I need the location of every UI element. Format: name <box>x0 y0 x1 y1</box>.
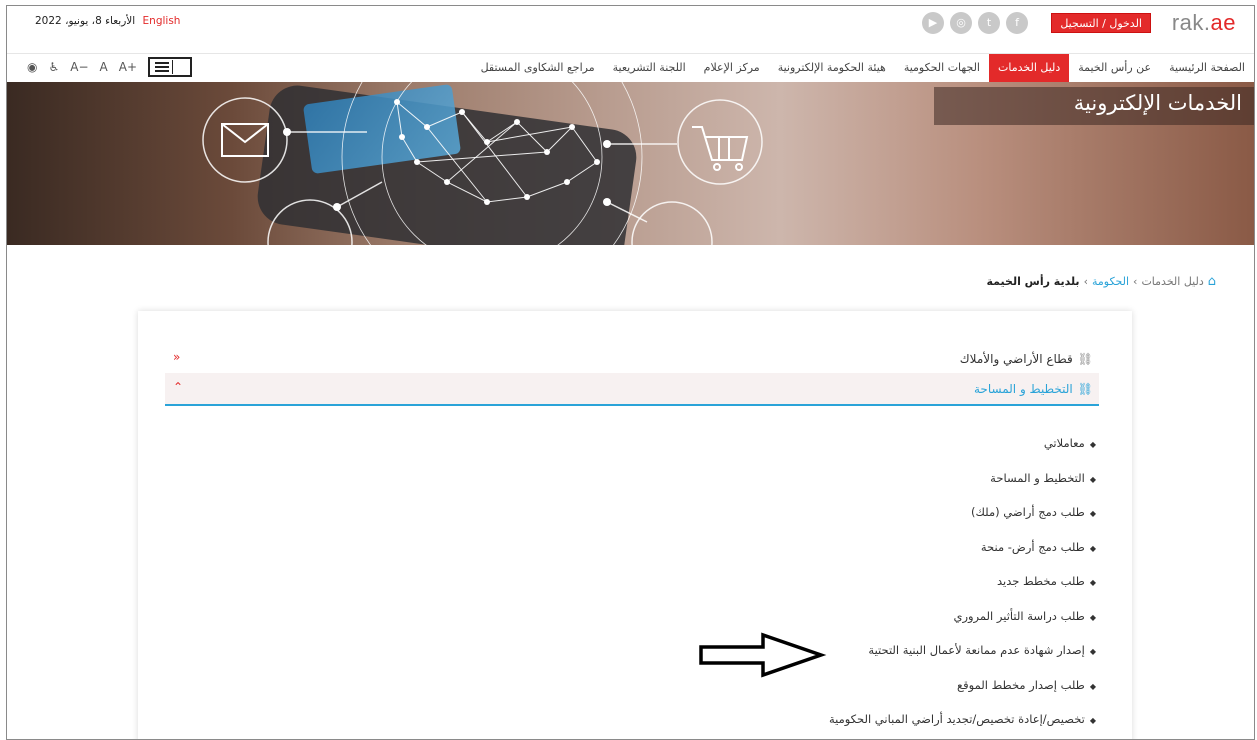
link-icon: ⛓ <box>1077 382 1093 396</box>
current-date: الأربعاء 8، يونيو، 2022 <box>35 15 136 27</box>
chevron-expanded-icon[interactable]: ⌃ <box>173 380 183 394</box>
nav-item-media-center[interactable]: مركز الإعلام <box>695 54 769 83</box>
list-item[interactable]: ◆طلب إصدار مخطط الموقع <box>829 678 1096 713</box>
list-item[interactable]: ◆طلب دمج أرض- منحة <box>829 540 1096 575</box>
accessibility-toolbar: ◉ ♿ A− A A+ <box>27 57 192 77</box>
instagram-icon[interactable]: ◎ <box>950 12 972 34</box>
list-item[interactable]: ◆تخصيص/إعادة تخصيص/تجديد أراضي المباني ا… <box>829 712 1096 739</box>
nav-item-about-rak[interactable]: عن رأس الخيمة <box>1069 54 1160 83</box>
font-decrease-button[interactable]: A− <box>70 60 88 74</box>
main-navigation: ◉ ♿ A− A A+ الصفحة الرئيسية عن رأس الخيم… <box>7 53 1254 83</box>
english-language-link[interactable]: English <box>143 15 181 27</box>
chevron-collapsed-icon[interactable]: « <box>173 350 180 364</box>
top-bar: rak.ae الدخول / التسجيل f t ◎ ▶ الأربعاء… <box>7 6 1254 39</box>
services-panel: ⛓قطاع الأراضي والأملاك « ⛓التخطيط و المس… <box>138 311 1132 739</box>
menu-toggle-icon[interactable] <box>148 57 192 77</box>
list-item[interactable]: ◆إصدار شهادة عدم ممانعة لأعمال البنية ال… <box>829 643 1096 678</box>
list-item[interactable]: ◆طلب مخطط جديد <box>829 574 1096 609</box>
list-item[interactable]: ◆التخطيط و المساحة <box>829 471 1096 506</box>
service-list: ◆معاملاتي ◆التخطيط و المساحة ◆طلب دمج أر… <box>829 436 1096 739</box>
accordion-label: ⛓قطاع الأراضي والأملاك <box>959 352 1093 366</box>
twitter-icon[interactable]: t <box>978 12 1000 34</box>
list-item[interactable]: ◆معاملاتي <box>829 436 1096 471</box>
breadcrumb-services-guide[interactable]: دليل الخدمات <box>1141 275 1203 288</box>
browser-frame: rak.ae الدخول / التسجيل f t ◎ ▶ الأربعاء… <box>6 5 1255 740</box>
list-item[interactable]: ◆طلب دراسة التأثير المروري <box>829 609 1096 644</box>
contrast-eye-icon[interactable]: ◉ <box>27 60 37 74</box>
login-register-button[interactable]: الدخول / التسجيل <box>1051 13 1151 33</box>
accordion-planning-survey[interactable]: ⛓التخطيط و المساحة ⌃ <box>165 373 1099 406</box>
accessibility-person-icon[interactable]: ♿ <box>48 60 59 74</box>
font-increase-button[interactable]: A+ <box>119 60 137 74</box>
home-icon[interactable]: ⌂ <box>1208 274 1216 289</box>
page-title: الخدمات الإلكترونية <box>1073 91 1242 115</box>
nav-item-egov-authority[interactable]: هيئة الحكومة الإلكترونية <box>769 54 895 83</box>
list-item[interactable]: ◆طلب دمج أراضي (ملك) <box>829 505 1096 540</box>
breadcrumb-current: بلدية رأس الخيمة <box>986 275 1080 288</box>
accordion-land-properties[interactable]: ⛓قطاع الأراضي والأملاك « <box>165 343 1099 376</box>
nav-item-government-entities[interactable]: الجهات الحكومية <box>895 54 989 83</box>
nav-item-services-guide[interactable]: دليل الخدمات <box>989 54 1070 83</box>
nav-item-complaints-reviewer[interactable]: مراجع الشكاوى المستقل <box>472 54 604 83</box>
rak-logo[interactable]: rak.ae <box>1172 10 1236 36</box>
link-icon: ⛓ <box>1077 352 1093 366</box>
nav-item-legislative-committee[interactable]: اللجنة التشريعية <box>604 54 695 83</box>
social-icons: f t ◎ ▶ <box>922 12 1028 34</box>
breadcrumb-government[interactable]: الحكومة <box>1092 275 1129 288</box>
hero-banner: الخدمات الإلكترونية <box>7 82 1254 245</box>
nav-item-home[interactable]: الصفحة الرئيسية <box>1160 54 1254 83</box>
nav-items: الصفحة الرئيسية عن رأس الخيمة دليل الخدم… <box>472 54 1254 83</box>
facebook-icon[interactable]: f <box>1006 12 1028 34</box>
breadcrumb-separator: › <box>1083 275 1088 288</box>
date-and-language: الأربعاء 8، يونيو، 2022 English <box>35 15 180 27</box>
font-reset-button[interactable]: A <box>100 60 108 74</box>
breadcrumb: ⌂ دليل الخدمات › الحكومة › بلدية رأس الخ… <box>986 274 1216 289</box>
accordion-label: ⛓التخطيط و المساحة <box>973 382 1093 396</box>
arrow-annotation-icon <box>699 632 827 678</box>
youtube-icon[interactable]: ▶ <box>922 12 944 34</box>
breadcrumb-separator: › <box>1133 275 1138 288</box>
